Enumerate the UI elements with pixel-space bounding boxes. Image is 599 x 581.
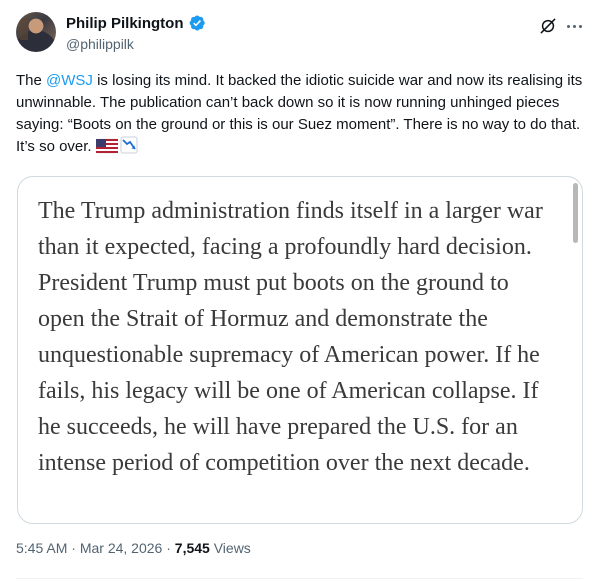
meta-separator: · (162, 540, 175, 556)
quoted-image-card[interactable]: The Trump administration finds itself in… (17, 176, 583, 524)
us-flag-emoji (95, 138, 118, 154)
author-handle[interactable]: @philippilk (66, 36, 134, 52)
tweet-date[interactable]: Mar 24, 2026 (80, 540, 163, 556)
tweet-time[interactable]: 5:45 AM (16, 540, 67, 556)
mention-link[interactable]: @WSJ (46, 72, 93, 89)
grok-icon[interactable] (538, 16, 558, 36)
scrollbar-thumb[interactable] (573, 183, 578, 243)
author-name-row: Philip Pilkington (66, 14, 206, 32)
quoted-article-text: The Trump administration finds itself in… (38, 198, 543, 476)
more-dot (572, 24, 576, 28)
more-dot (578, 24, 582, 28)
more-icon[interactable] (564, 16, 584, 36)
chart-decreasing-emoji (120, 136, 138, 154)
divider (16, 578, 583, 579)
author-display-name[interactable]: Philip Pilkington (66, 15, 184, 32)
views-label: Views (209, 540, 251, 556)
tweet-header: Philip Pilkington @philippilk (16, 12, 583, 56)
tweet-text-start: The (16, 72, 47, 89)
meta-separator: · (67, 540, 80, 556)
tweet-meta: 5:45 AM · Mar 24, 2026 · 7,545 Views (16, 540, 251, 556)
avatar[interactable] (16, 12, 56, 52)
tweet-text: The @WSJ is losing its mind. It backed t… (16, 70, 583, 158)
more-dot (566, 24, 570, 28)
views-count: 7,545 (174, 540, 210, 556)
verified-icon (189, 15, 205, 31)
avatar-background-detail (20, 18, 28, 40)
